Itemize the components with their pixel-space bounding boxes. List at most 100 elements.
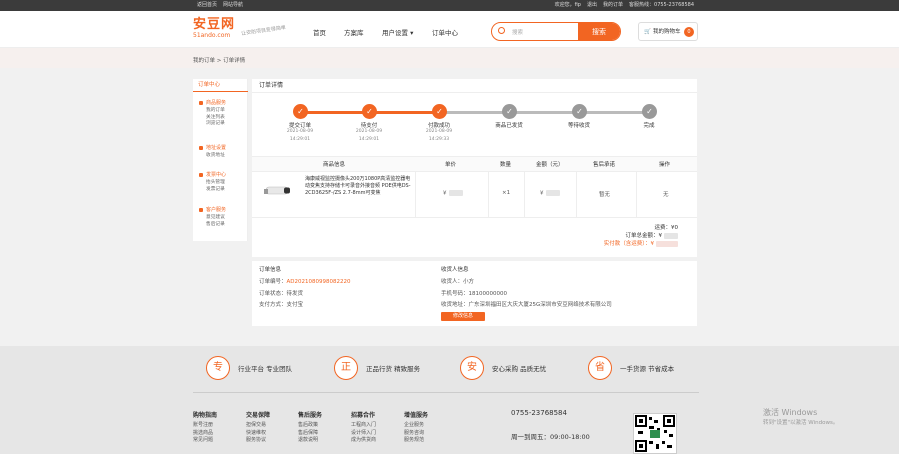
my-orders-link[interactable]: 我的订单 bbox=[603, 2, 623, 8]
promise-genuine: 正正品行货 精致服务 bbox=[334, 356, 420, 380]
step-date: 2021-08-09 bbox=[425, 129, 453, 134]
footer-link[interactable]: 设计师入门 bbox=[351, 430, 376, 438]
logout-link[interactable]: 退出 bbox=[587, 2, 597, 8]
top-bar: 返回首页 网站导航 欢迎您，fip 退出 我的订单 客服热线：0755-23768584 bbox=[0, 0, 899, 11]
promise-text: 行业平台 专业团队 bbox=[238, 365, 293, 373]
order-number-value: AD2021080998082220 bbox=[286, 279, 351, 285]
search-icon bbox=[498, 27, 505, 34]
nav-solutions[interactable]: 方案库 bbox=[344, 27, 364, 37]
step-label: 付款成功 bbox=[427, 123, 450, 129]
sidebar-group-invoice: 发票中心 抬头管理 发票记录 bbox=[199, 171, 226, 193]
goods-icon bbox=[199, 100, 203, 105]
col-amount: 金额（元） bbox=[536, 162, 564, 168]
step-check-icon: ✓ bbox=[572, 104, 587, 119]
amount-text: ¥ bbox=[540, 190, 544, 197]
footer bbox=[0, 346, 899, 454]
amount: ¥ bbox=[540, 190, 560, 197]
nav-user-settings[interactable]: 用户设置 ▾ bbox=[382, 27, 413, 37]
breadcrumb[interactable]: 我的订单 > 订单详情 bbox=[193, 56, 245, 64]
progress-track bbox=[439, 111, 509, 114]
nav-order-center[interactable]: 订单中心 bbox=[432, 27, 458, 37]
an-icon: 安 bbox=[460, 356, 484, 380]
promise-text: 正品行货 精致服务 bbox=[366, 365, 421, 373]
freight: 运费：¥0 bbox=[654, 225, 679, 231]
product-name[interactable]: 海康威视监控摄像头200万1080P高清监控器电动变焦支持存储卡可录音外接音频 … bbox=[305, 176, 411, 197]
search-input[interactable]: 搜索 bbox=[512, 28, 523, 36]
sidebar: 订单中心 商品服务 我的订单 关注列表 浏览记录 地址设置 收货地址 发票中心 … bbox=[193, 79, 248, 241]
watermark-line2: 转到"设置"以激活 Windows。 bbox=[763, 420, 839, 426]
step-check-icon: ✓ bbox=[432, 104, 447, 119]
col-goods: 商品信息 bbox=[323, 162, 346, 168]
chevron-down-icon: ▾ bbox=[408, 29, 414, 37]
cart-button[interactable]: 🛒 我的购物车 0 bbox=[638, 22, 698, 41]
sidebar-group-service: 客户服务 意见建议 售后记录 bbox=[199, 206, 226, 228]
invoice-icon bbox=[199, 172, 203, 177]
footer-link[interactable]: 账号注册 bbox=[193, 422, 217, 430]
search-button[interactable]: 搜索 bbox=[578, 23, 620, 40]
footer-link[interactable]: 服务协议 bbox=[246, 437, 270, 445]
sidebar-title: 订单中心 bbox=[193, 79, 248, 92]
edit-info-button[interactable]: 修改信息 bbox=[441, 312, 485, 321]
footer-link[interactable]: 企业服务 bbox=[404, 422, 428, 430]
sidebar-group-title: 商品服务 bbox=[206, 100, 227, 106]
order-detail-title: 订单详情 bbox=[252, 79, 697, 93]
step-label: 提交订单 bbox=[288, 123, 311, 129]
sidebar-item-aftersale[interactable]: 售后记录 bbox=[199, 222, 226, 229]
step-time: 14:29:33 bbox=[428, 137, 450, 142]
footer-link[interactable]: 成为供货商 bbox=[351, 437, 376, 445]
footer-col-aftersale: 售后服务售后政策 售后保障 退款说明 bbox=[298, 410, 322, 445]
sidebar-group-title: 客户服务 bbox=[206, 207, 227, 213]
col-qty: 数量 bbox=[500, 162, 512, 168]
step-check-icon: ✓ bbox=[502, 104, 517, 119]
footer-link[interactable]: 售后保障 bbox=[298, 430, 322, 438]
receiver-address: 收货地址：广东深圳福田区大庆大厦25G深圳市安豆网络技术有限公司 bbox=[441, 302, 612, 308]
pay-method: 支付方式：支付宝 bbox=[259, 302, 304, 308]
col-op: 操作 bbox=[659, 162, 671, 168]
search-box: 搜索 搜索 bbox=[491, 22, 621, 41]
paid-amount: 实付款（含运费）：¥ bbox=[604, 239, 678, 247]
footer-link[interactable]: 服务咨询 bbox=[404, 430, 428, 438]
footer-link[interactable]: 售后政策 bbox=[298, 422, 322, 430]
progress-track bbox=[300, 111, 369, 114]
quantity: ×1 bbox=[502, 190, 511, 196]
step-time: 14:29:01 bbox=[289, 137, 311, 142]
unit-price-text: ¥ bbox=[443, 190, 447, 197]
footer-link[interactable]: 服务规范 bbox=[404, 437, 428, 445]
footer-link[interactable]: 工程商入门 bbox=[351, 422, 376, 430]
promise-text: 一手货源 节省成本 bbox=[620, 365, 675, 373]
footer-link[interactable]: 退款说明 bbox=[298, 437, 322, 445]
watermark-line1: 激活 Windows bbox=[763, 408, 818, 417]
zheng-icon: 正 bbox=[334, 356, 358, 380]
sidebar-item-history[interactable]: 浏览记录 bbox=[199, 121, 226, 128]
sidebar-item-address[interactable]: 收货地址 bbox=[199, 153, 226, 160]
footer-col-title: 售后服务 bbox=[298, 412, 323, 419]
progress-track bbox=[509, 111, 579, 114]
col-aftersale: 售后承诺 bbox=[593, 162, 616, 168]
progress-track bbox=[579, 111, 649, 114]
footer-hours: 周一到周五：09:00-18:00 bbox=[511, 433, 590, 441]
col-unit-price: 单价 bbox=[445, 162, 457, 168]
qr-code bbox=[633, 413, 677, 454]
home-link[interactable]: 返回首页 bbox=[197, 2, 217, 8]
footer-link[interactable]: 担保交易 bbox=[246, 422, 270, 430]
footer-col-title: 交易保障 bbox=[246, 412, 271, 419]
sidebar-item-invoice-records[interactable]: 发票记录 bbox=[199, 187, 226, 194]
step-date: 2021-08-09 bbox=[286, 129, 314, 134]
footer-link[interactable]: 常见问题 bbox=[193, 437, 217, 445]
cart-label: 我的购物车 bbox=[653, 29, 681, 35]
footer-link[interactable]: 挑选商品 bbox=[193, 430, 217, 438]
nav-home[interactable]: 首页 bbox=[313, 27, 326, 37]
welcome-text: 欢迎您，fip bbox=[554, 2, 581, 8]
receiver-phone: 手机号码：18100000000 bbox=[441, 291, 507, 297]
footer-col-valueadded: 增值服务 企业服务 服务咨询 服务规范 bbox=[404, 410, 428, 445]
product-image[interactable] bbox=[262, 181, 294, 199]
step-check-icon: ✓ bbox=[362, 104, 377, 119]
step-check-icon: ✓ bbox=[642, 104, 657, 119]
site-logo[interactable]: 安豆网 51ando.com 让安防项目变得简单 bbox=[193, 18, 286, 40]
footer-link[interactable]: 快速维权 bbox=[246, 430, 270, 438]
order-status: 订单状态：待发货 bbox=[259, 291, 304, 297]
logo-slogan: 让安防项目变得简单 bbox=[240, 24, 287, 38]
order-total: 订单总金额：¥ bbox=[626, 231, 678, 239]
receiver-name: 收货人：小方 bbox=[441, 279, 475, 285]
site-nav-link[interactable]: 网站导航 bbox=[223, 2, 243, 8]
